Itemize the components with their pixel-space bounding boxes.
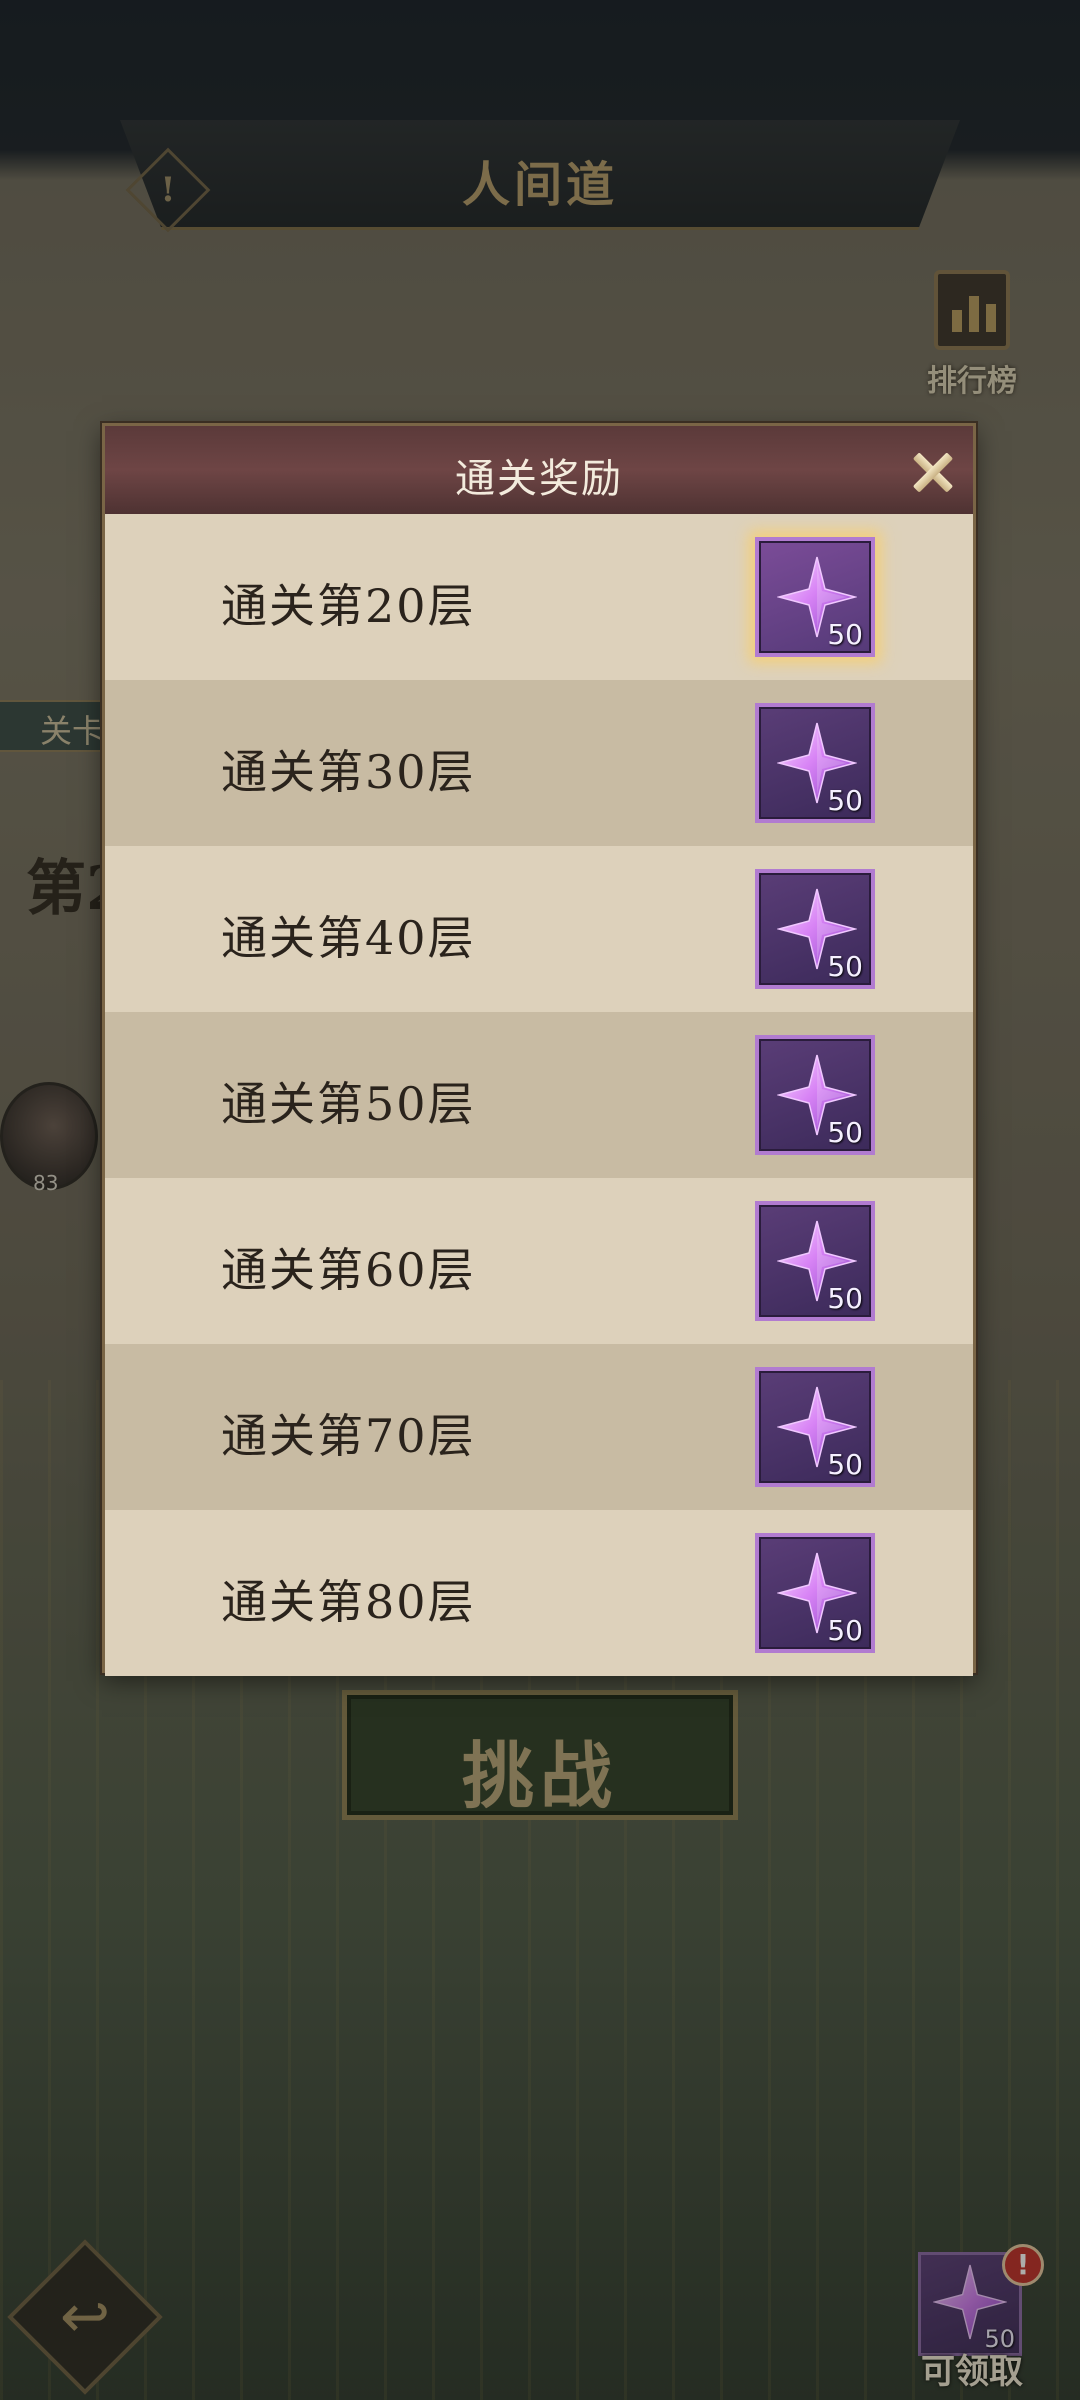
- reward-item[interactable]: 50: [755, 869, 875, 989]
- reward-item[interactable]: 50: [755, 537, 875, 657]
- reward-count: 50: [827, 1614, 863, 1647]
- reward-row-label: 通关第20层: [221, 579, 476, 633]
- reward-count: 50: [827, 1448, 863, 1481]
- reward-row-label: 通关第80层: [221, 1575, 476, 1629]
- reward-row-label: 通关第60层: [221, 1243, 476, 1297]
- reward-count: 50: [827, 618, 863, 651]
- reward-item[interactable]: 50: [755, 1367, 875, 1487]
- reward-row: 通关第70层 50: [105, 1344, 973, 1510]
- reward-row-label: 通关第30层: [221, 745, 476, 799]
- reward-modal: 通关奖励 通关第20层 50 通关第30层 50 通关第40层 50 通关第50…: [102, 423, 976, 1676]
- reward-row-label: 通关第50层: [221, 1077, 476, 1131]
- reward-row-label: 通关第40层: [221, 911, 476, 965]
- reward-count: 50: [827, 950, 863, 983]
- reward-row: 通关第30层 50: [105, 680, 973, 846]
- reward-count: 50: [827, 1282, 863, 1315]
- close-icon[interactable]: [905, 444, 961, 500]
- reward-row: 通关第80层 50: [105, 1510, 973, 1676]
- reward-item[interactable]: 50: [755, 1035, 875, 1155]
- reward-item[interactable]: 50: [755, 703, 875, 823]
- reward-row: 通关第20层 50: [105, 514, 973, 680]
- reward-count: 50: [827, 784, 863, 817]
- reward-row: 通关第40层 50: [105, 846, 973, 1012]
- reward-item[interactable]: 50: [755, 1201, 875, 1321]
- reward-row: 通关第60层 50: [105, 1178, 973, 1344]
- reward-item[interactable]: 50: [755, 1533, 875, 1653]
- modal-title: 通关奖励: [455, 456, 623, 502]
- reward-list: 通关第20层 50 通关第30层 50 通关第40层 50 通关第50层 50 …: [105, 514, 973, 1676]
- reward-row-label: 通关第70层: [221, 1409, 476, 1463]
- modal-header: 通关奖励: [105, 426, 973, 514]
- reward-count: 50: [827, 1116, 863, 1149]
- reward-row: 通关第50层 50: [105, 1012, 973, 1178]
